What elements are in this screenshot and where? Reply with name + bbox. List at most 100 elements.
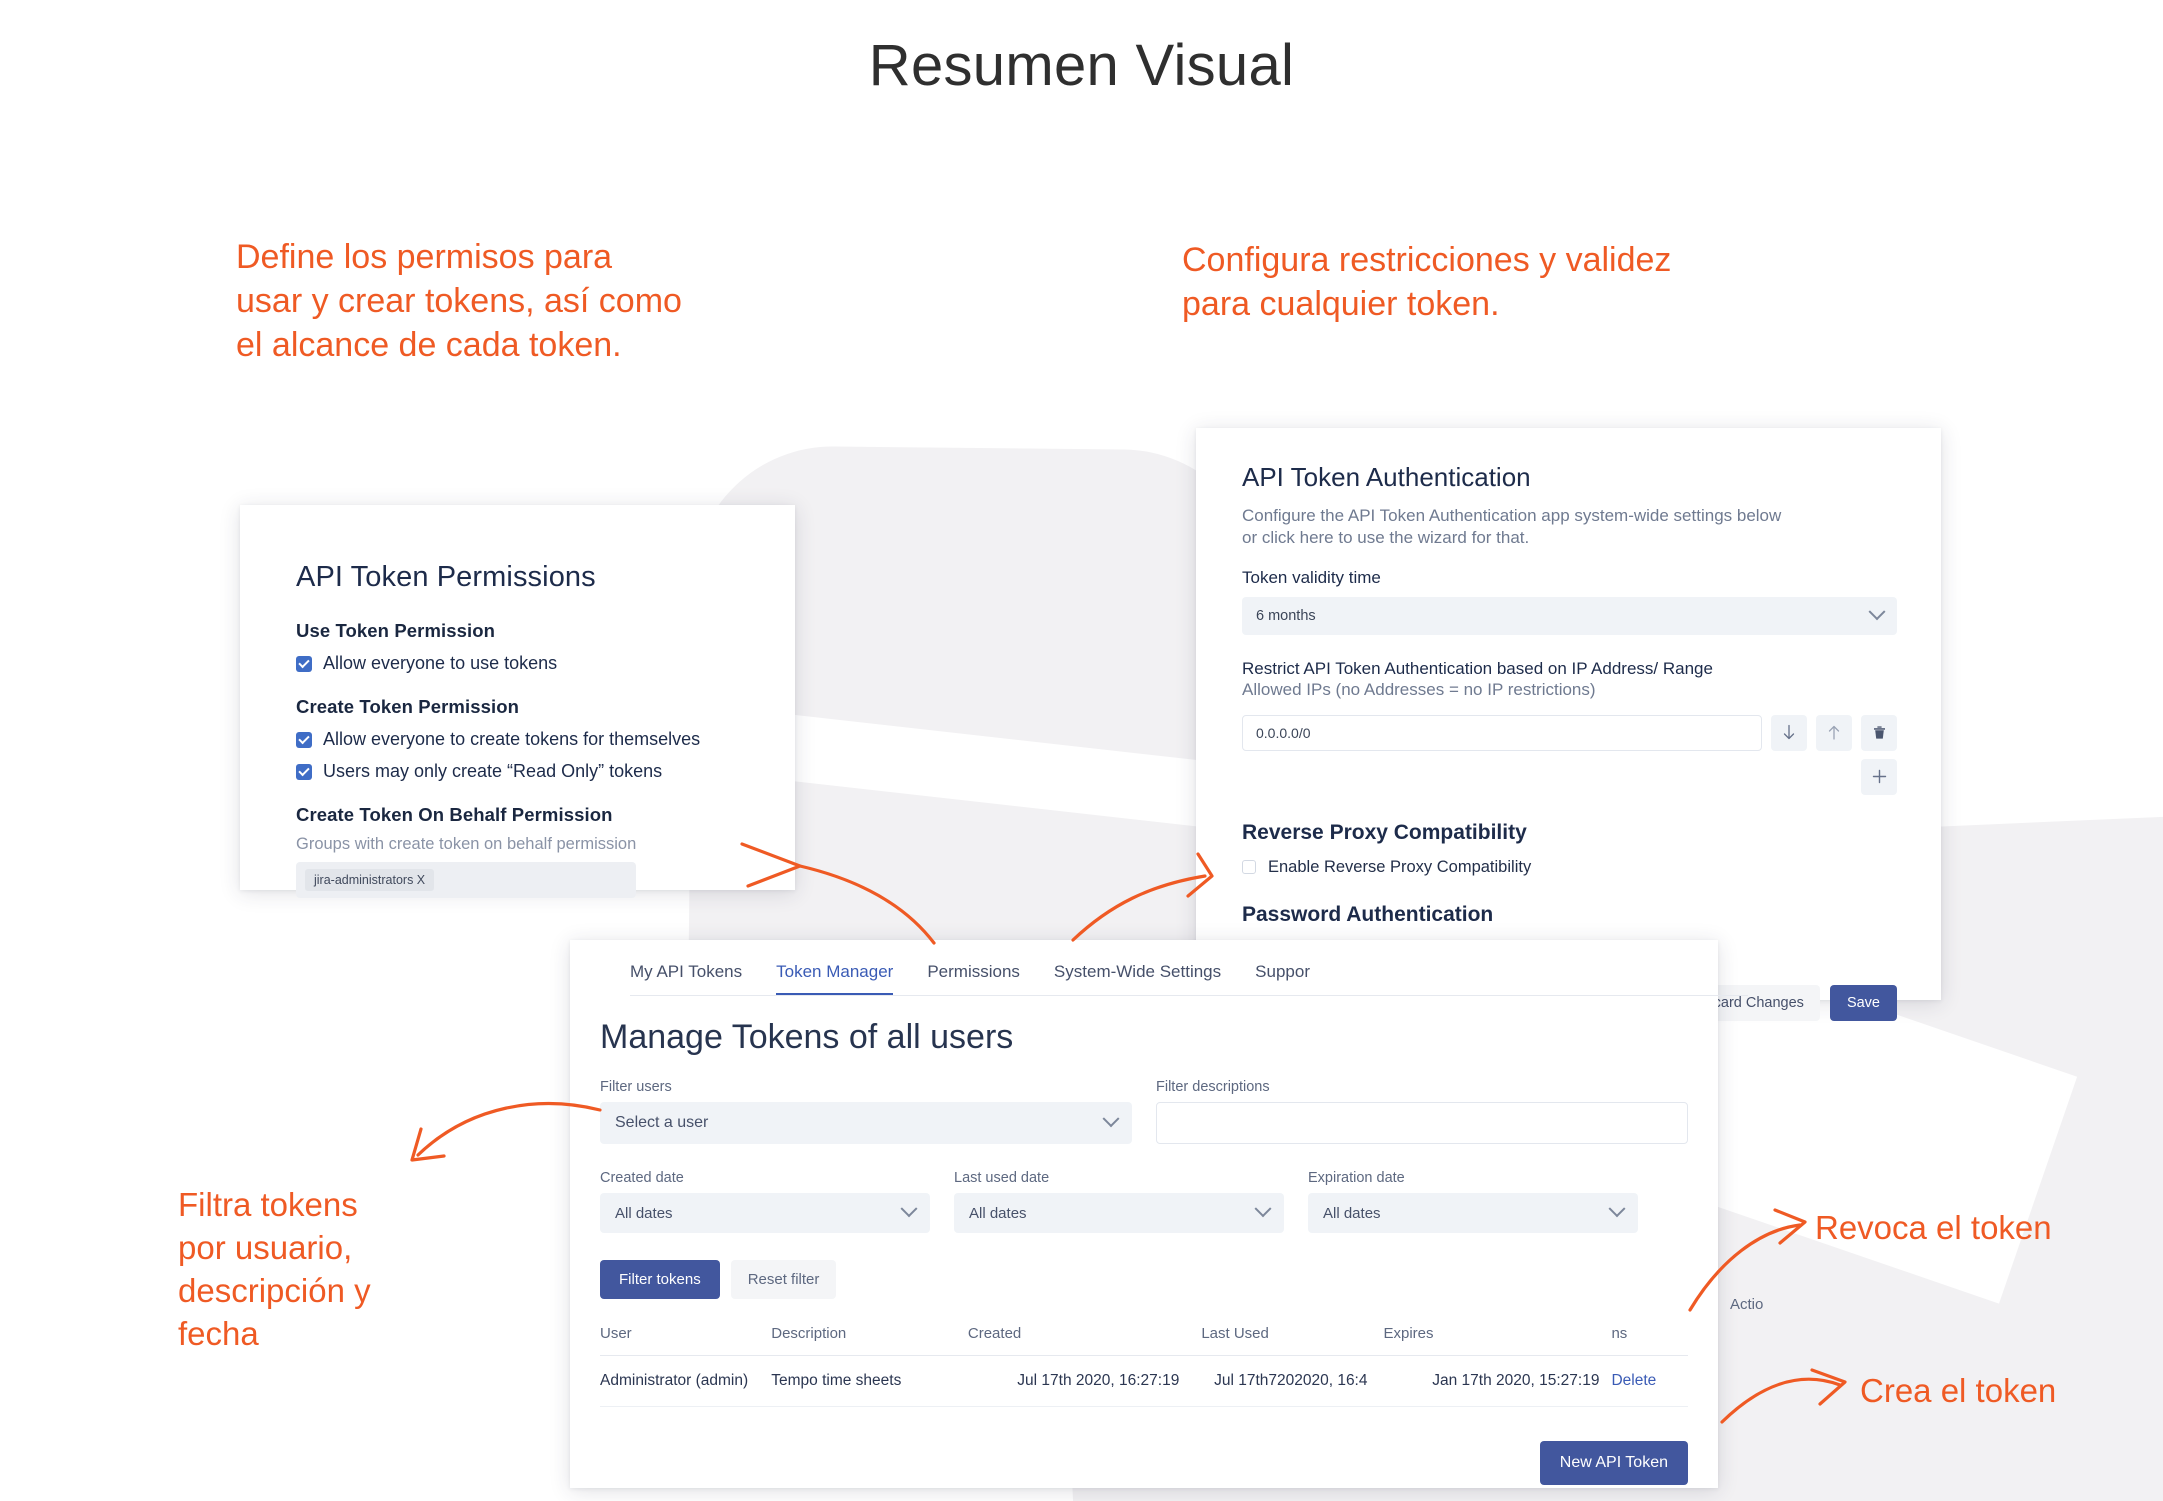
reset-filter-button[interactable]: Reset filter (730, 1260, 837, 1299)
chevron-down-icon (1102, 1110, 1120, 1128)
checkbox-label: Users may only create “Read Only” tokens (323, 761, 663, 781)
auth-card-subtitle: Configure the API Token Authentication a… (1242, 506, 1782, 547)
checkbox-label: Allow everyone to use tokens (323, 653, 558, 673)
checkbox-checked-icon[interactable] (296, 763, 312, 780)
tab-my-api-tokens[interactable]: My API Tokens (630, 962, 742, 995)
annotation-revoke: Revoca el token (1815, 1209, 2052, 1246)
create-token-permission-heading: Create Token Permission (296, 696, 520, 717)
token-validity-select[interactable]: 6 months (1242, 596, 1897, 635)
token-manager-card: My API Tokens Token Manager Permissions … (570, 940, 1748, 1488)
tab-system-wide-settings[interactable]: System-Wide Settings (1054, 962, 1221, 995)
arrowhead-filters (410, 1127, 446, 1162)
cell-expires: Jan 17th 2020, 15:27:19 (1383, 1355, 1612, 1407)
filter-descriptions-label: Filter descriptions (1156, 1079, 1270, 1095)
arrow-down-icon[interactable] (1771, 714, 1807, 751)
ip-address-row: 0.0.0.0/0 (1242, 714, 1897, 751)
arrow-to-permissions-card (798, 864, 936, 945)
expiration-date-group: Expiration date All dates (1308, 1170, 1638, 1233)
clipped-actions-header-fragment: Actio (1730, 1296, 1764, 1313)
plus-icon[interactable] (1861, 758, 1897, 795)
column-header-created[interactable]: Created (967, 1325, 1202, 1356)
token-manager-footer: New API Token (570, 1407, 1718, 1485)
filter-actions-row: Filter tokens Reset filter (600, 1260, 1688, 1299)
tab-token-manager[interactable]: Token Manager (776, 962, 894, 995)
expiration-date-label: Expiration date (1308, 1170, 1405, 1186)
checkbox-checked-icon[interactable] (296, 655, 312, 672)
use-token-permission-heading: Use Token Permission (296, 620, 496, 641)
checkbox-row-allow-everyone-use[interactable]: Allow everyone to use tokens (296, 653, 747, 674)
auth-card-title: API Token Authentication (1242, 462, 1531, 492)
token-manager-title: Manage Tokens of all users (600, 1018, 1014, 1056)
ip-address-value: 0.0.0.0/0 (1256, 724, 1311, 741)
created-date-select[interactable]: All dates (600, 1193, 930, 1233)
enable-reverse-proxy-row[interactable]: Enable Reverse Proxy Compatibility (1242, 858, 1897, 877)
tab-support[interactable]: Suppor (1255, 962, 1310, 995)
cell-last-used: Jul 17th7202020, 16:4 (1201, 1355, 1384, 1407)
checkbox-row-read-only-tokens[interactable]: Users may only create “Read Only” tokens (296, 761, 747, 782)
arrowhead-new-token (1810, 1368, 1847, 1406)
arrow-up-icon[interactable] (1816, 714, 1852, 751)
filter-users-value: Select a user (615, 1114, 709, 1131)
enable-reverse-proxy-label: Enable Reverse Proxy Compatibility (1268, 857, 1532, 876)
annotation-create: Crea el token (1860, 1372, 2057, 1409)
cell-description: Tempo time sheets (771, 1355, 968, 1407)
allowed-ips-label: Allowed IPs (no Addresses = no IP restri… (1242, 679, 1596, 699)
chevron-down-icon (1868, 602, 1886, 620)
filter-users-label: Filter users (600, 1079, 672, 1095)
reverse-proxy-heading: Reverse Proxy Compatibility (1242, 820, 1527, 844)
annotation-filter: Filtra tokens por usuario, descripción y… (178, 1186, 371, 1352)
created-date-group: Created date All dates (600, 1170, 930, 1233)
expiration-date-select[interactable]: All dates (1308, 1193, 1638, 1233)
restrict-ip-label: Restrict API Token Authentication based … (1242, 658, 1713, 678)
column-header-expires[interactable]: Expires (1383, 1325, 1612, 1356)
chevron-down-icon (1254, 1200, 1272, 1218)
token-validity-label: Token validity time (1242, 567, 1381, 587)
chevron-down-icon (900, 1200, 918, 1218)
last-used-date-value: All dates (969, 1204, 1027, 1222)
checkbox-unchecked-icon[interactable] (1242, 860, 1256, 874)
token-manager-tabs: My API Tokens Token Manager Permissions … (630, 940, 1748, 996)
group-chip-jira-administrators[interactable]: jira-administrators X (305, 869, 435, 891)
save-button[interactable]: Save (1829, 984, 1897, 1021)
groups-input[interactable]: jira-administrators X (296, 862, 636, 898)
permissions-card-title: API Token Permissions (296, 561, 596, 593)
expiration-date-value: All dates (1323, 1204, 1381, 1222)
filters-row-primary: Filter users Select a user Filter descri… (600, 1079, 1688, 1144)
cell-created: Jul 17th 2020, 16:27:19 (967, 1355, 1202, 1407)
checkbox-label: Allow everyone to create tokens for them… (323, 729, 701, 749)
table-header-row: User Description Created Last Used Expir… (600, 1325, 1688, 1356)
poster-stage: Resumen Visual API Token Permissions Use… (0, 0, 2163, 1501)
filter-users-select[interactable]: Select a user (600, 1102, 1132, 1144)
column-header-user[interactable]: User (600, 1325, 772, 1356)
trash-icon[interactable] (1861, 714, 1897, 751)
filter-descriptions-input[interactable] (1156, 1102, 1688, 1144)
tab-permissions[interactable]: Permissions (927, 962, 1020, 995)
page-title: Resumen Visual (868, 33, 1295, 98)
api-token-permissions-card: API Token Permissions Use Token Permissi… (240, 505, 795, 898)
checkbox-checked-icon[interactable] (296, 731, 312, 748)
checkbox-row-allow-everyone-create[interactable]: Allow everyone to create tokens for them… (296, 729, 747, 750)
filters-row-dates: Created date All dates Last used date Al… (600, 1170, 1688, 1233)
create-on-behalf-hint: Groups with create token on behalf permi… (296, 835, 637, 853)
cell-user: Administrator (admin) (600, 1355, 772, 1407)
annotation-restrictions: Configura restricciones y validez para c… (1182, 241, 1672, 324)
column-header-description[interactable]: Description (771, 1325, 968, 1356)
chevron-down-icon (1608, 1200, 1626, 1218)
table-row: Administrator (admin) Tempo time sheets … (600, 1355, 1688, 1407)
last-used-date-group: Last used date All dates (954, 1170, 1284, 1233)
delete-token-link[interactable]: Delete (1611, 1372, 1656, 1389)
new-api-token-button[interactable]: New API Token (1539, 1441, 1688, 1485)
arrow-to-new-token (1720, 1377, 1842, 1424)
created-date-value: All dates (615, 1204, 673, 1222)
filter-descriptions-group: Filter descriptions (1156, 1079, 1688, 1144)
column-header-last-used[interactable]: Last Used (1201, 1325, 1384, 1356)
api-token-authentication-card: API Token Authentication Configure the A… (1196, 428, 1941, 1021)
arrowhead-delete (1773, 1208, 1807, 1245)
arrow-to-auth-card (1071, 874, 1207, 942)
column-header-actions[interactable]: ns (1611, 1325, 1688, 1356)
last-used-date-label: Last used date (954, 1170, 1050, 1186)
create-on-behalf-heading: Create Token On Behalf Permission (296, 804, 613, 825)
last-used-date-select[interactable]: All dates (954, 1193, 1284, 1233)
filter-tokens-button[interactable]: Filter tokens (600, 1260, 720, 1299)
ip-address-input[interactable]: 0.0.0.0/0 (1242, 714, 1762, 751)
